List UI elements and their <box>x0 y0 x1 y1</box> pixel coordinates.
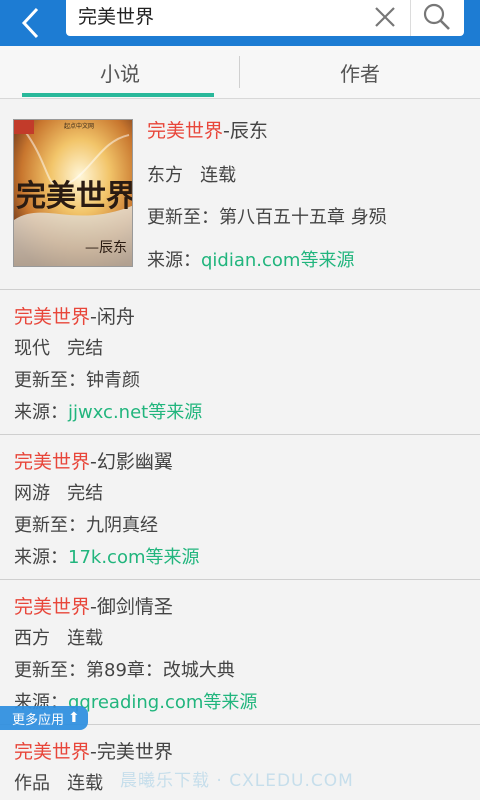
book-title-line: 完美世界-辰东 <box>147 120 268 142</box>
book-status: 完结 <box>67 338 104 359</box>
book-status: 完结 <box>67 483 104 504</box>
arrow-up-icon: ⬆ <box>68 710 80 726</box>
update-label: 更新至： <box>14 660 86 681</box>
results-list: 起点中文网 完美世界 —辰东 完美世界-辰东 东方 连载 更新至：第八百五十五章… <box>0 99 480 800</box>
tab-novel-label: 小说 <box>100 61 140 86</box>
source-link[interactable]: jjwxc.net等来源 <box>68 402 202 423</box>
book-update-line: 更新至：钟青颜 <box>14 366 140 392</box>
update-label: 更新至： <box>14 515 86 536</box>
svg-text:起点中文网: 起点中文网 <box>64 122 94 130</box>
search-input[interactable]: 完美世界 <box>78 4 154 30</box>
tab-author[interactable]: 作者 <box>240 46 480 98</box>
more-apps-button[interactable]: 更多应用 ⬆ <box>0 706 88 730</box>
book-tags: 网游 完结 <box>14 479 103 505</box>
book-title-line: 完美世界-闲舟 <box>14 306 135 328</box>
source-label: 来源： <box>14 547 68 568</box>
book-author: 辰东 <box>229 120 268 142</box>
book-genre: 现代 <box>14 338 50 359</box>
source-label: 来源： <box>147 250 201 271</box>
watermark: 晨曦乐下载 · CXLEDU.COM <box>120 771 354 791</box>
update-label: 更新至： <box>14 370 86 391</box>
book-update: 九阴真经 <box>86 515 158 536</box>
book-update: 钟青颜 <box>86 370 140 391</box>
tab-novel[interactable]: 小说 <box>0 46 240 98</box>
book-author: 完美世界 <box>96 741 173 763</box>
book-source-line: 来源：qidian.com等来源 <box>147 246 354 272</box>
list-item[interactable]: 完美世界-闲舟 现代 完结 更新至：钟青颜 来源：jjwxc.net等来源 <box>0 290 480 435</box>
source-link[interactable]: 17k.com等来源 <box>68 547 200 568</box>
back-button[interactable] <box>0 0 62 46</box>
book-genre: 网游 <box>14 483 50 504</box>
book-status: 连载 <box>200 165 237 186</box>
list-item[interactable]: 起点中文网 完美世界 —辰东 完美世界-辰东 东方 连载 更新至：第八百五十五章… <box>0 99 480 290</box>
book-update-line: 更新至：第八百五十五章 身殒 <box>147 203 387 229</box>
list-item[interactable]: 完美世界-幻影幽翼 网游 完结 更新至：九阴真经 来源：17k.com等来源 <box>0 435 480 580</box>
book-author: 闲舟 <box>96 306 135 328</box>
cover-author-text: —辰东 <box>85 240 127 256</box>
tab-author-label: 作者 <box>340 61 380 86</box>
book-cover-image: 起点中文网 完美世界 —辰东 <box>13 119 133 267</box>
book-title: 完美世界 <box>14 741 91 763</box>
book-tags: 西方 连载 <box>14 624 103 650</box>
book-update-line: 更新至：第89章：改城大典 <box>14 656 235 682</box>
book-title: 完美世界 <box>14 596 91 618</box>
source-link[interactable]: qidian.com等来源 <box>201 250 354 271</box>
book-author: 御剑情圣 <box>96 596 173 618</box>
cover-title-text: 完美世界 <box>16 179 133 214</box>
source-link[interactable]: qqreading.com等来源 <box>68 692 257 713</box>
book-title: 完美世界 <box>14 451 91 473</box>
search-box[interactable]: 完美世界 <box>66 0 464 36</box>
back-arrow-icon <box>21 7 39 39</box>
book-title: 完美世界 <box>147 120 224 142</box>
book-tags: 作品 连载 <box>14 769 103 795</box>
book-genre: 东方 <box>147 165 183 186</box>
book-title-line: 完美世界-御剑情圣 <box>14 596 173 618</box>
book-source-line: 来源：17k.com等来源 <box>14 543 200 569</box>
book-tags: 东方 连载 <box>147 161 236 187</box>
book-update: 第八百五十五章 身殒 <box>219 207 387 228</box>
book-genre: 西方 <box>14 628 50 649</box>
book-tags: 现代 完结 <box>14 334 103 360</box>
tab-bar: 小说 作者 <box>0 46 480 99</box>
active-tab-indicator <box>22 93 214 97</box>
book-author: 幻影幽翼 <box>96 451 173 473</box>
book-title-line: 完美世界-完美世界 <box>14 741 173 763</box>
book-status: 连载 <box>67 773 104 794</box>
book-title: 完美世界 <box>14 306 91 328</box>
top-bar: 完美世界 <box>0 0 480 46</box>
clear-icon[interactable] <box>372 4 398 30</box>
more-apps-label: 更多应用 <box>12 712 65 728</box>
list-item[interactable]: 完美世界-御剑情圣 西方 连载 更新至：第89章：改城大典 来源：qqreadi… <box>0 580 480 725</box>
search-icon[interactable] <box>422 2 452 32</box>
book-update: 第89章：改城大典 <box>86 660 235 681</box>
source-label: 来源： <box>14 402 68 423</box>
book-source-line: 来源：jjwxc.net等来源 <box>14 398 202 424</box>
book-update-line: 更新至：九阴真经 <box>14 511 158 537</box>
book-status: 连载 <box>67 628 104 649</box>
search-divider <box>410 0 411 36</box>
book-title-line: 完美世界-幻影幽翼 <box>14 451 173 473</box>
update-label: 更新至： <box>147 207 219 228</box>
book-genre: 作品 <box>14 773 50 794</box>
